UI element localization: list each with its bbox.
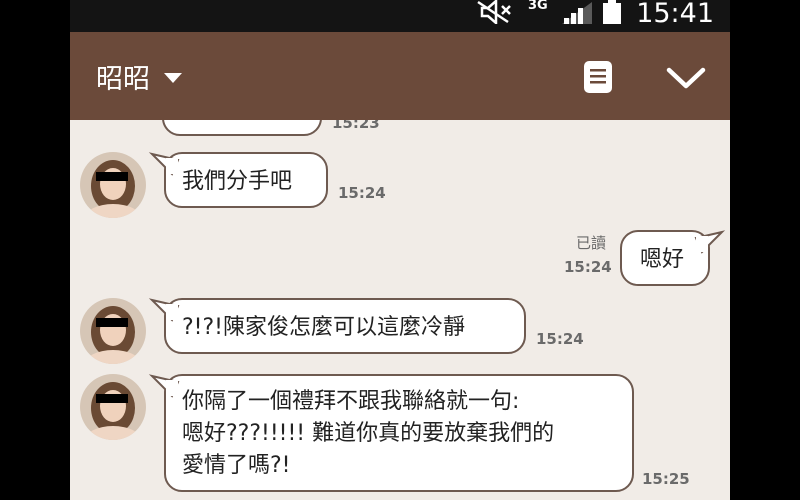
message-text: 嗯好 [640,247,685,272]
message-time: 15:24 [338,184,386,202]
mute-icon [477,0,511,24]
bubble-tail [148,298,180,322]
message-text-line: 你隔了一個禮拜不跟我聯絡就一句: [182,389,520,414]
chevron-down-icon[interactable] [666,65,706,91]
network-type-label: 3G [528,0,548,13]
message-text: ?!?!陳家俊怎麼可以這麼冷靜 [182,315,465,340]
status-bar: 3G 15:41 [70,0,730,32]
message-text-line: 嗯好???!!!!! 難道你真的要放棄我們的 [182,421,555,446]
message-text-line: 愛情了嗎?! [182,453,291,478]
avatar[interactable] [80,374,146,440]
bubble-tail [694,230,726,254]
bubble-tail [148,152,180,176]
chat-title-button[interactable]: 昭昭 [96,56,182,96]
dropdown-icon [164,73,182,83]
avatar[interactable] [80,152,146,218]
message-list[interactable]: 15:23 我們分手吧 15:24 已讀 15:24 嗯好 ?!?!陳家俊怎麼可… [70,120,730,500]
status-time: 15:41 [636,0,714,29]
message-bubble-partial[interactable] [162,120,322,136]
message-bubble-outgoing[interactable]: 嗯好 [620,230,726,286]
message-time: 15:25 [642,470,690,488]
message-text: 我們分手吧 [182,169,293,194]
message-time: 15:23 [332,120,380,132]
avatar[interactable] [80,298,146,364]
notes-icon[interactable] [583,60,613,94]
bubble-tail [148,374,180,398]
message-time: 15:24 [536,330,584,348]
message-bubble[interactable]: 我們分手吧 [148,152,328,208]
battery-icon [603,0,621,24]
message-time: 15:24 [564,258,612,276]
chat-title: 昭昭 [96,63,150,95]
app-header: 昭昭 [70,32,730,120]
signal-icon [562,2,592,24]
read-receipt: 已讀 [576,234,607,252]
chat-screen: 3G 15:41 昭昭 15:23 我們分手吧 15:24 已讀 15:24 嗯… [70,0,730,500]
message-bubble[interactable]: ?!?!陳家俊怎麼可以這麼冷靜 [148,298,526,354]
message-bubble[interactable]: 你隔了一個禮拜不跟我聯絡就一句: 嗯好???!!!!! 難道你真的要放棄我們的 … [148,374,634,492]
